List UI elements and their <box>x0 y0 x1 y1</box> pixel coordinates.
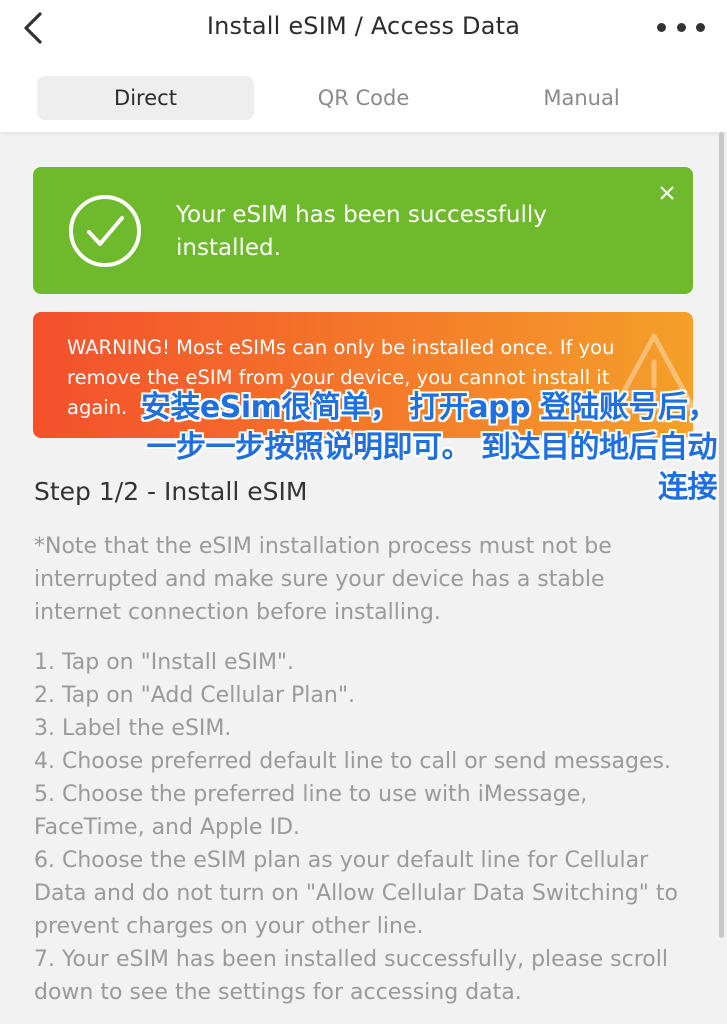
install-method-tabs: Direct QR Code Manual <box>37 76 691 120</box>
more-options-button[interactable] <box>657 12 705 42</box>
list-item: 6. Choose the eSIM plan as your default … <box>34 848 678 939</box>
more-dot-icon <box>696 22 705 32</box>
list-item: 2. Tap on "Add Cellular Plan". <box>34 683 355 708</box>
page-title: Install eSIM / Access Data <box>206 12 521 40</box>
close-alert-button[interactable] <box>655 181 679 205</box>
step-title: Step 1/2 - Install eSIM <box>34 477 308 506</box>
instruction-list: 1. Tap on "Install eSIM". 2. Tap on "Add… <box>34 646 704 1009</box>
list-item: 1. Tap on "Install eSIM". <box>34 650 295 675</box>
success-alert: Your eSIM has been successfully installe… <box>33 167 693 294</box>
list-item: 3. Label the eSIM. <box>34 716 232 741</box>
list-item: 7. Your eSIM has been installed successf… <box>34 947 668 1005</box>
close-icon <box>660 186 674 200</box>
check-circle-icon <box>69 195 141 267</box>
app-header: Install eSIM / Access Data Direct QR Cod… <box>0 0 727 132</box>
scrollbar[interactable] <box>719 132 724 938</box>
more-dot-icon <box>676 22 686 32</box>
list-item: 4. Choose preferred default line to call… <box>34 749 671 774</box>
installation-note: *Note that the eSIM installation process… <box>34 534 612 625</box>
annotation-line: 一步一步按照说明即可。 到达目的地后自动 <box>146 430 718 465</box>
list-item: 5. Choose the preferred line to use with… <box>34 782 588 840</box>
success-message: Your eSIM has been successfully installe… <box>176 202 547 261</box>
annotation-line: 安装eSim很简单， 打开app 登陆账号后， <box>140 390 718 425</box>
tab-qr-code[interactable]: QR Code <box>255 76 472 120</box>
tab-direct[interactable]: Direct <box>37 76 254 120</box>
more-dot-icon <box>657 22 666 32</box>
tab-manual[interactable]: Manual <box>473 76 690 120</box>
